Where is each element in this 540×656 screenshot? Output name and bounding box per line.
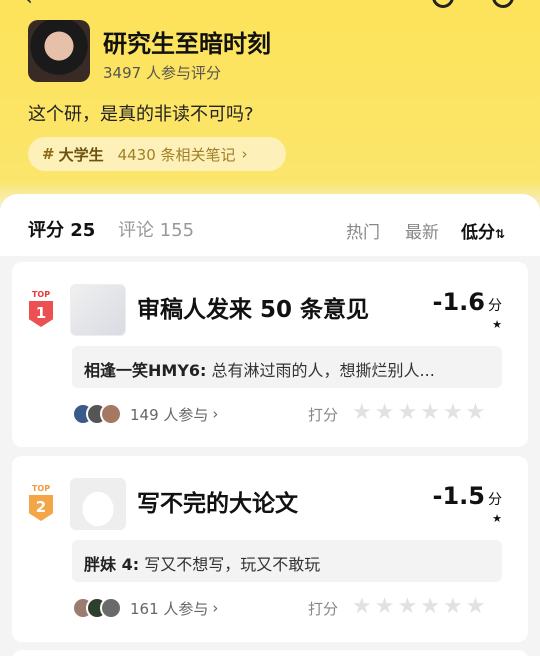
half-star-icon: ★: [492, 318, 502, 331]
item-thumbnail: [70, 284, 126, 336]
tab-score[interactable]: 评分 25: [28, 216, 95, 242]
star-icon[interactable]: ★: [420, 400, 440, 425]
rate-label: 打分: [308, 406, 339, 424]
item-score-value: -1.5: [432, 482, 485, 510]
rating-stars[interactable]: ★ ★ ★ ★ ★ ★: [352, 594, 488, 619]
star-icon[interactable]: ★: [443, 594, 463, 619]
star-icon[interactable]: ★: [443, 400, 463, 425]
item-score-unit: 分: [488, 298, 502, 314]
topic-avatar: [28, 20, 90, 82]
tag-name: 大学生: [58, 145, 104, 164]
comment-text: 写又不想写，玩又不敢玩: [144, 555, 321, 574]
star-icon[interactable]: ★: [397, 400, 417, 425]
sort-low[interactable]: 低分⇅: [461, 218, 505, 243]
top-toolbar: ‹: [0, 0, 540, 11]
sort-low-label: 低分: [461, 223, 495, 243]
rank-top-label: TOP: [31, 290, 51, 299]
star-icon[interactable]: ★: [466, 594, 486, 619]
participants-row[interactable]: 161 人参与 ›: [72, 597, 218, 619]
sort-new[interactable]: 最新: [405, 218, 439, 243]
chevron-right-icon: ›: [212, 405, 219, 423]
hash-icon: #: [42, 145, 55, 163]
participant-count: 149 人参与: [130, 405, 209, 424]
next-card-edge: [12, 650, 528, 656]
star-icon[interactable]: ★: [352, 594, 372, 619]
tag-note-count: 4430 条相关笔记: [117, 145, 236, 164]
search-icon[interactable]: [432, 0, 454, 8]
participant-count: 161 人参与: [130, 599, 209, 618]
rating-card[interactable]: TOP 2 写不完的大论文 -1.5 分 ★ 胖妹 4: 写又不想写，玩又不敢玩 …: [12, 456, 528, 642]
avatar: [100, 597, 122, 619]
rate-label: 打分: [308, 600, 339, 618]
rank-number: 1: [29, 301, 53, 327]
comment-text: 总有淋过雨的人，想撕烂别人...: [211, 361, 435, 380]
comment-user: 相逢一笑HMY6:: [84, 361, 207, 380]
ratings-panel: 评分 25 评论 155 热门 最新 低分⇅ TOP 1 审稿人发来 50 条意…: [0, 194, 540, 656]
sort-hot[interactable]: 热门: [346, 218, 380, 243]
topic-question: 这个研，是真的非读不可吗?: [28, 104, 254, 125]
chevron-right-icon: ›: [212, 599, 219, 617]
back-icon[interactable]: ‹: [24, 0, 33, 11]
rank-number: 2: [29, 495, 53, 521]
avatar: [100, 403, 122, 425]
tabs-bar: 评分 25 评论 155 热门 最新 低分⇅: [0, 194, 540, 256]
more-icon[interactable]: [492, 0, 514, 8]
star-icon[interactable]: ★: [375, 594, 395, 619]
item-title: 写不完的大论文: [137, 491, 298, 517]
topic-title: 研究生至暗时刻: [103, 30, 271, 58]
topic-participants: 3497 人参与评分: [103, 64, 221, 82]
star-icon[interactable]: ★: [420, 594, 440, 619]
item-score: -1.5 分: [433, 482, 502, 510]
item-title: 审稿人发来 50 条意见: [137, 297, 370, 323]
top-comment[interactable]: 相逢一笑HMY6: 总有淋过雨的人，想撕烂别人...: [72, 346, 502, 388]
tab-comments[interactable]: 评论 155: [118, 216, 194, 242]
comment-user: 胖妹 4:: [84, 555, 140, 574]
item-score-value: -1.6: [432, 288, 485, 316]
chevron-right-icon: ›: [241, 145, 248, 163]
star-icon[interactable]: ★: [466, 400, 486, 425]
top-comment[interactable]: 胖妹 4: 写又不想写，玩又不敢玩: [72, 540, 502, 582]
rank-top-label: TOP: [31, 484, 51, 493]
item-score-unit: 分: [488, 492, 502, 508]
participants-row[interactable]: 149 人参与 ›: [72, 403, 218, 425]
rank-badge: TOP 2: [27, 484, 55, 524]
item-thumbnail: [70, 478, 126, 530]
item-score: -1.6 分: [433, 288, 502, 316]
rating-card[interactable]: TOP 1 审稿人发来 50 条意见 -1.6 分 ★ 相逢一笑HMY6: 总有淋…: [12, 262, 528, 447]
topic-tag-pill[interactable]: # 大学生 4430 条相关笔记 ›: [28, 137, 286, 171]
rating-stars[interactable]: ★ ★ ★ ★ ★ ★: [352, 400, 488, 425]
half-star-icon: ★: [492, 512, 502, 525]
sort-order-icon: ⇅: [495, 227, 506, 241]
rank-badge: TOP 1: [27, 290, 55, 330]
star-icon[interactable]: ★: [397, 594, 417, 619]
star-icon[interactable]: ★: [375, 400, 395, 425]
star-icon[interactable]: ★: [352, 400, 372, 425]
